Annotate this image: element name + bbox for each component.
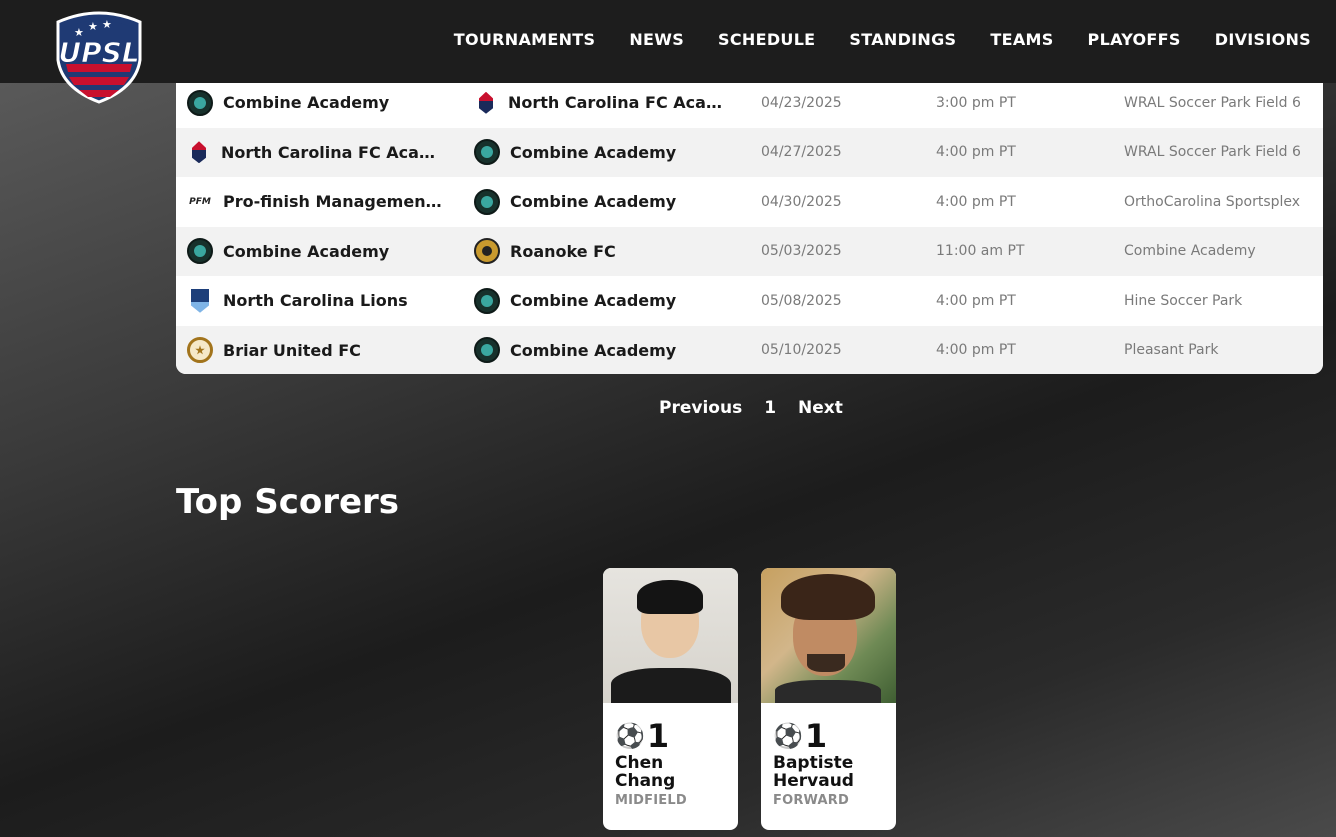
home-team[interactable]: Combine Academy: [187, 78, 389, 128]
pfm-badge-icon: PFM: [189, 196, 211, 207]
match-time: 3:00 pm PT: [936, 94, 1016, 111]
player-photo: [603, 568, 738, 703]
away-team-name: North Carolina FC Academy: [508, 93, 730, 113]
away-team[interactable]: North Carolina FC Academy: [474, 78, 730, 128]
away-team-name: Combine Academy: [510, 291, 677, 311]
briar-badge-icon: [187, 337, 213, 364]
nav-schedule[interactable]: SCHEDULE: [718, 30, 815, 49]
ncfc-badge-icon: [187, 139, 211, 165]
home-team-name: Briar United FC: [223, 340, 361, 360]
match-date: 04/27/2025: [761, 144, 842, 161]
logo-text: UPSL: [58, 36, 139, 69]
combine-badge-icon: [474, 287, 500, 314]
player-position: MIDFIELD: [615, 793, 687, 808]
home-team[interactable]: North Carolina Lions: [187, 276, 408, 326]
home-team[interactable]: North Carolina FC Academy: [187, 128, 443, 178]
goals-count: ⚽ 1: [615, 717, 670, 755]
top-scorers-title: Top Scorers: [176, 482, 400, 522]
match-time: 4:00 pm PT: [936, 342, 1016, 359]
match-venue: Hine Soccer Park: [1124, 292, 1243, 309]
combine-badge-icon: [474, 139, 500, 166]
player-name: Chen Chang: [615, 753, 676, 791]
match-time: 4:00 pm PT: [936, 292, 1016, 309]
away-team[interactable]: Combine Academy: [474, 276, 676, 326]
nav-playoffs[interactable]: PLAYOFFS: [1088, 30, 1181, 49]
svg-text:★: ★: [88, 20, 98, 33]
table-row[interactable]: North Carolina FC Academy Combine Academy…: [176, 127, 1323, 178]
away-team-name: Roanoke FC: [510, 241, 616, 261]
site-header: TOURNAMENTS NEWS SCHEDULE STANDINGS TEAM…: [0, 0, 1336, 83]
combine-badge-icon: [187, 89, 213, 116]
player-name: Baptiste Hervaud: [773, 753, 854, 791]
roanoke-badge-icon: [474, 238, 500, 265]
home-team-name: North Carolina FC Academy: [221, 142, 443, 162]
player-photo: [761, 568, 896, 703]
soccer-ball-icon: ⚽: [773, 722, 803, 750]
match-venue: OrthoCarolina Sportsplex: [1124, 193, 1301, 210]
away-team[interactable]: Roanoke FC: [474, 227, 616, 277]
schedule-table: Combine AcademyNorth Carolina FC Academy…: [176, 78, 1323, 374]
match-time: 4:00 pm PT: [936, 193, 1016, 210]
match-venue: Combine Academy: [1124, 243, 1256, 260]
table-row[interactable]: Combine Academy North Carolina FC Academy…: [176, 78, 1323, 128]
home-team-name: North Carolina Lions: [223, 291, 408, 311]
nav-teams[interactable]: TEAMS: [990, 30, 1053, 49]
page-number[interactable]: 1: [764, 398, 776, 418]
lions-badge-icon: [187, 288, 213, 314]
player-position: FORWARD: [773, 793, 849, 808]
match-date: 05/03/2025: [761, 243, 842, 260]
match-venue: WRAL Soccer Park Field 6: [1124, 144, 1301, 161]
match-date: 05/08/2025: [761, 292, 842, 309]
away-team[interactable]: Combine Academy: [474, 177, 676, 227]
next-button[interactable]: Next: [798, 398, 843, 418]
svg-text:★: ★: [102, 18, 112, 31]
home-team[interactable]: Combine Academy: [187, 227, 389, 277]
goals-count: ⚽ 1: [773, 717, 828, 755]
home-team-name: Combine Academy: [223, 241, 390, 261]
table-row[interactable]: North Carolina Lions Combine Academy 05/08…: [176, 276, 1323, 326]
soccer-ball-icon: ⚽: [615, 722, 645, 750]
combine-badge-icon: [474, 188, 500, 215]
combine-badge-icon: [187, 238, 213, 265]
scorer-card[interactable]: ⚽ 1 Chen Chang MIDFIELD: [603, 568, 738, 830]
combine-badge-icon: [474, 337, 500, 364]
away-team-name: Combine Academy: [510, 340, 677, 360]
away-team-name: Combine Academy: [510, 192, 677, 212]
upsl-logo[interactable]: ★ ★ ★ UPSL: [52, 8, 146, 104]
main-nav: TOURNAMENTS NEWS SCHEDULE STANDINGS TEAM…: [420, 30, 1311, 49]
table-row[interactable]: Combine Academy Roanoke FC 05/03/2025 11:00…: [176, 226, 1323, 277]
previous-button[interactable]: Previous: [659, 398, 742, 418]
match-date: 04/23/2025: [761, 94, 842, 111]
nav-tournaments[interactable]: TOURNAMENTS: [454, 30, 596, 49]
table-row[interactable]: Briar United FC Combine Academy 05/10/2025…: [176, 325, 1323, 375]
nav-news[interactable]: NEWS: [629, 30, 684, 49]
table-row[interactable]: PFM Pro-finish Management FC Combine Acade…: [176, 177, 1323, 227]
away-team[interactable]: Combine Academy: [474, 326, 676, 375]
home-team-name: Combine Academy: [223, 93, 390, 113]
match-venue: WRAL Soccer Park Field 6: [1124, 94, 1301, 111]
away-team-name: Combine Academy: [510, 142, 677, 162]
pagination: Previous 1 Next: [659, 398, 843, 418]
nav-standings[interactable]: STANDINGS: [849, 30, 956, 49]
home-team-name: Pro-finish Management FC: [223, 192, 445, 212]
home-team[interactable]: Briar United FC: [187, 326, 361, 375]
match-venue: Pleasant Park: [1124, 342, 1219, 359]
match-time: 11:00 am PT: [936, 243, 1025, 260]
ncfc-badge-icon: [474, 90, 498, 116]
away-team[interactable]: Combine Academy: [474, 128, 676, 178]
match-date: 05/10/2025: [761, 342, 842, 359]
nav-divisions[interactable]: DIVISIONS: [1215, 30, 1311, 49]
match-time: 4:00 pm PT: [936, 144, 1016, 161]
home-team[interactable]: PFM Pro-finish Management FC: [187, 177, 445, 227]
scorer-card[interactable]: ⚽ 1 Baptiste Hervaud FORWARD: [761, 568, 896, 830]
match-date: 04/30/2025: [761, 193, 842, 210]
